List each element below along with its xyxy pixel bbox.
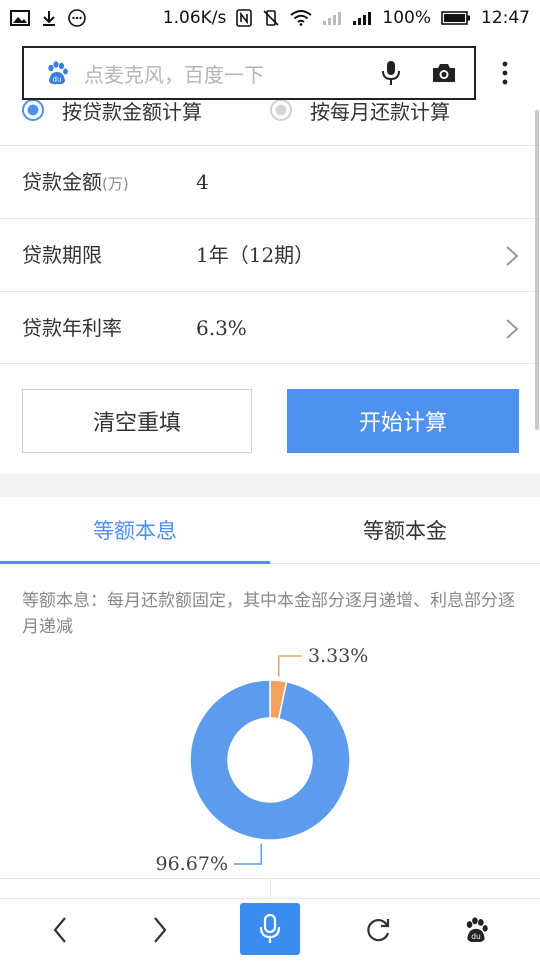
scrollbar[interactable] [535, 110, 539, 430]
voice-search-icon[interactable] [374, 56, 408, 90]
back-button[interactable] [30, 899, 90, 961]
network-speed: 1.06K/s [162, 8, 227, 28]
clock: 12:47 [481, 8, 530, 28]
repayment-description: 等额本息：每月还款额固定，其中本金部分逐月递增、利息部分逐月递减 [22, 591, 515, 637]
loan-rate-value[interactable]: 6.3% [196, 292, 247, 365]
refresh-button[interactable] [348, 899, 408, 961]
tab-equal-installment[interactable]: 等额本息 [0, 497, 270, 563]
donut-label-1: 96.67% [156, 853, 228, 875]
baidu-paw-icon: du [466, 917, 488, 943]
nfc-icon [236, 9, 253, 27]
radio-label-by-amount: 按贷款金额计算 [62, 100, 202, 122]
status-bar: 1.06K/s 100% 12:47 [0, 0, 540, 36]
calculate-button[interactable]: 开始计算 [287, 389, 519, 453]
loan-term-row[interactable]: 贷款期限 1年（12期） [0, 218, 540, 291]
signal-weak-icon [322, 10, 342, 26]
radio-selected-icon [22, 100, 44, 121]
loan-amount-unit: (万) [102, 175, 129, 193]
battery-percent: 100% [382, 8, 431, 28]
donut-leader-line-1 [234, 843, 262, 865]
chevron-right-icon [506, 319, 519, 339]
clear-button[interactable]: 清空重填 [22, 389, 252, 453]
calc-mode-group: 按贷款金额计算 按每月还款计算 [0, 100, 540, 122]
camera-icon[interactable] [424, 56, 464, 90]
search-box[interactable]: du 点麦克风，百度一下 [22, 46, 476, 100]
bottom-toolbar: du [0, 898, 540, 960]
tab-indicator [0, 561, 270, 564]
chevron-right-icon [154, 917, 167, 943]
radio-by-amount[interactable]: 按贷款金额计算 [22, 100, 202, 122]
donut-leader-line-0 [278, 655, 302, 677]
loan-term-value[interactable]: 1年（12期） [196, 219, 314, 292]
section-divider [0, 474, 540, 497]
refresh-icon [367, 919, 390, 942]
voice-button[interactable] [240, 903, 300, 955]
image-icon [10, 10, 30, 26]
loan-term-label: 贷款期限 [22, 243, 102, 267]
baidu-home-button[interactable]: du [446, 899, 506, 961]
divider-tick [270, 878, 271, 898]
microphone-icon [259, 914, 281, 943]
donut-label-0: 3.33% [308, 645, 368, 667]
chevron-left-icon [53, 917, 66, 943]
loan-amount-input[interactable]: 4 [196, 146, 209, 219]
more-circle-icon [68, 9, 86, 27]
loan-amount-label: 贷款金额(万) [22, 170, 129, 194]
baidu-paw-icon: du [40, 56, 74, 90]
repayment-donut-chart: 3.33% 96.67% [156, 645, 369, 875]
donut-slice-1 [189, 679, 351, 841]
loan-rate-row[interactable]: 贷款年利率 6.3% [0, 291, 540, 364]
repayment-tabs: 等额本息 等额本金 [0, 497, 540, 564]
radio-unselected-icon [270, 100, 292, 121]
chevron-right-icon [506, 246, 519, 266]
vibrate-off-icon [262, 9, 280, 27]
battery-icon [441, 10, 471, 26]
loan-rate-label: 贷款年利率 [22, 316, 122, 340]
signal-icon [352, 10, 372, 26]
more-menu-icon[interactable] [490, 58, 520, 88]
wifi-icon [290, 10, 313, 26]
radio-label-by-monthly: 按每月还款计算 [310, 100, 450, 122]
svg-text:du: du [471, 932, 481, 941]
loan-amount-row[interactable]: 贷款金额(万) 4 [0, 145, 540, 218]
search-placeholder[interactable]: 点麦克风，百度一下 [84, 59, 374, 88]
forward-button[interactable] [130, 899, 190, 961]
tab-equal-principal[interactable]: 等额本金 [270, 497, 540, 563]
svg-text:du: du [53, 76, 62, 84]
radio-by-monthly[interactable]: 按每月还款计算 [270, 100, 450, 122]
download-icon [40, 9, 58, 27]
